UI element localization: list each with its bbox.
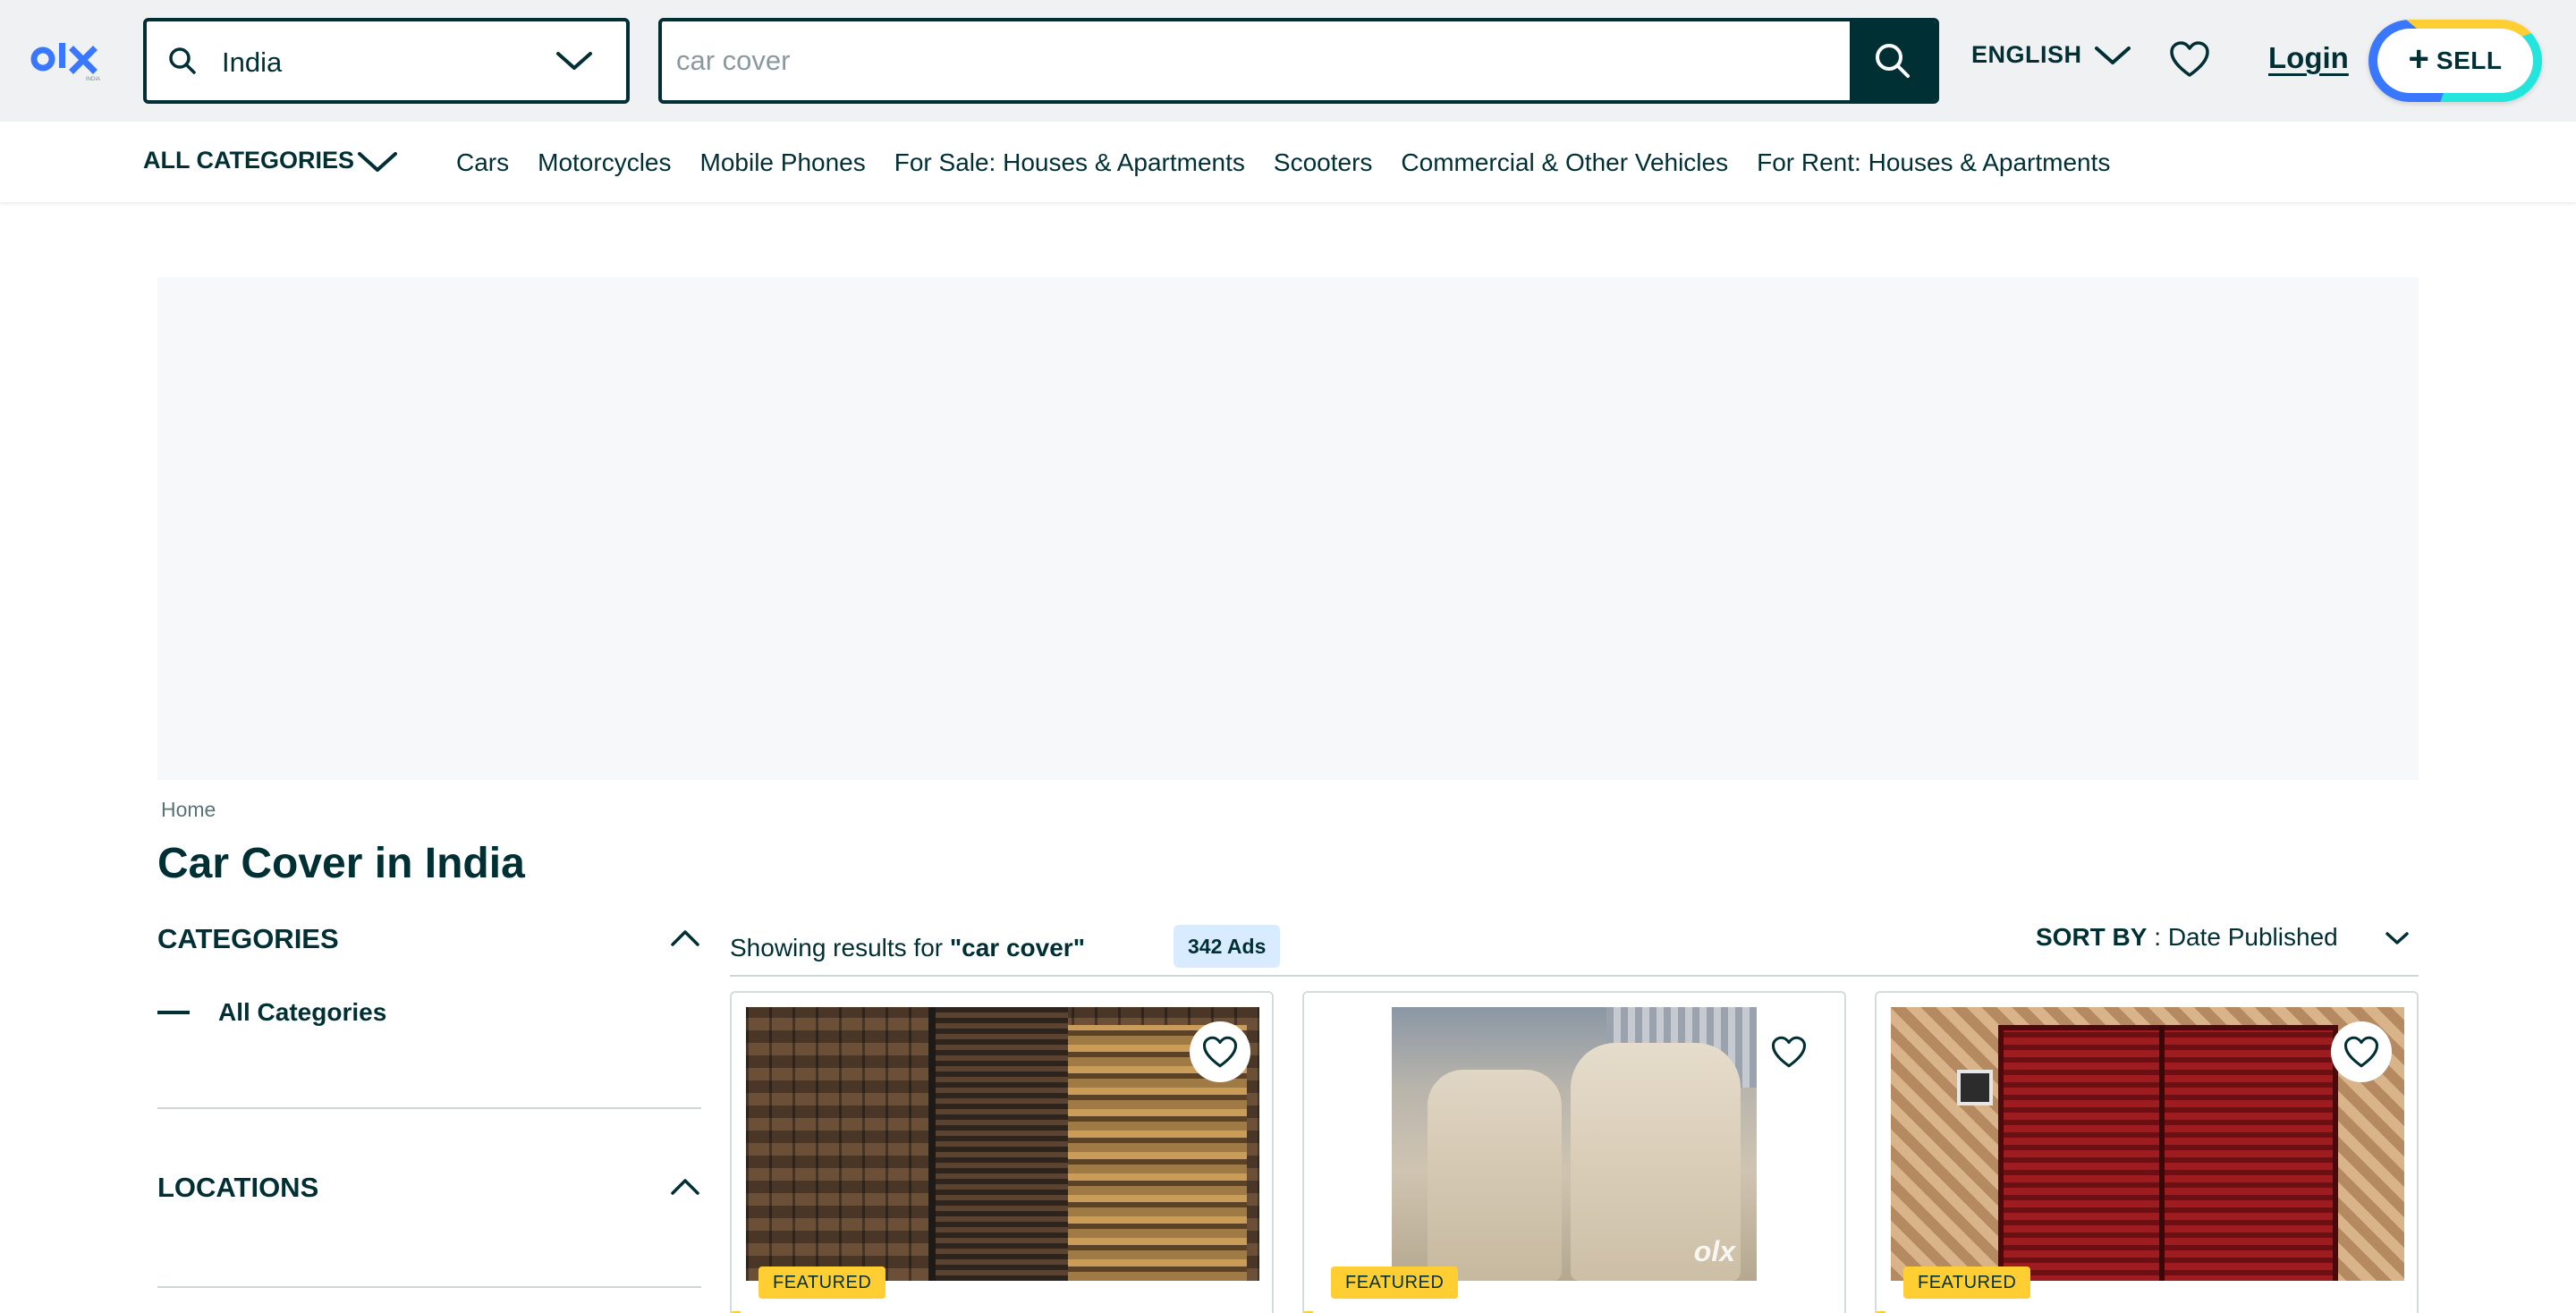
location-value: India <box>222 47 283 78</box>
nav-link-houses-rent[interactable]: For Rent: Houses & Apartments <box>1757 148 2110 177</box>
sell-button-inner: + SELL <box>2377 29 2533 93</box>
results-query: "car cover" <box>949 934 1085 961</box>
location-selector[interactable]: India <box>143 18 630 104</box>
photo-detail <box>1428 1070 1562 1281</box>
categories-heading[interactable]: CATEGORIES <box>157 923 339 955</box>
all-categories-menu[interactable]: ALL CATEGORIES <box>143 147 354 174</box>
search-input[interactable] <box>676 21 1839 100</box>
heart-icon <box>2343 1036 2379 1068</box>
listing-photo[interactable] <box>746 1007 1259 1281</box>
divider <box>157 1107 701 1109</box>
plus-icon: + <box>2408 39 2429 79</box>
favorite-button[interactable] <box>2331 1021 2392 1082</box>
nav-link-cars[interactable]: Cars <box>456 148 509 177</box>
ads-count-badge: 342 Ads <box>1174 925 1281 968</box>
listing-card[interactable]: FEATURED <box>1875 991 2419 1313</box>
photo-detail <box>2159 1025 2165 1281</box>
chevron-down-icon[interactable] <box>2383 928 2411 948</box>
sort-label: SORT BY <box>2036 923 2148 951</box>
category-links: Cars Motorcycles Mobile Phones For Sale:… <box>456 148 2110 177</box>
divider <box>730 975 2419 977</box>
sidebar-item-all-categories[interactable]: All Categories <box>157 998 386 1027</box>
ad-banner <box>157 277 2419 780</box>
chevron-down-icon[interactable] <box>555 48 594 73</box>
nav-link-scooters[interactable]: Scooters <box>1274 148 1373 177</box>
listing-card[interactable]: olx FEATURED <box>1302 991 1846 1313</box>
featured-badge: FEATURED <box>758 1266 886 1299</box>
sell-button[interactable]: + SELL <box>2368 20 2542 102</box>
top-header: INDIA India ENGLISH Login + SELL <box>0 0 2576 122</box>
dash-icon <box>157 1011 190 1014</box>
featured-badge: FEATURED <box>1903 1266 2031 1299</box>
chevron-up-icon[interactable] <box>669 927 701 948</box>
nav-link-commercial-vehicles[interactable]: Commercial & Other Vehicles <box>1401 148 1728 177</box>
chevron-up-icon[interactable] <box>669 1175 701 1197</box>
sort-value: Date Published <box>2167 923 2338 951</box>
results-prefix: Showing results for <box>730 934 950 961</box>
svg-text:INDIA: INDIA <box>86 77 100 82</box>
olx-logo[interactable]: INDIA <box>30 38 113 84</box>
sort-dropdown[interactable]: SORT BY : Date Published <box>2036 923 2338 952</box>
favorite-button[interactable] <box>1758 1021 1819 1082</box>
chevron-down-icon[interactable] <box>356 147 399 175</box>
locations-heading[interactable]: LOCATIONS <box>157 1172 318 1204</box>
search-icon <box>169 47 196 74</box>
sidebar-item-label: All Categories <box>218 998 387 1026</box>
results-summary: Showing results for "car cover" <box>730 934 1085 962</box>
listing-photo[interactable]: olx <box>1392 1007 1757 1281</box>
divider <box>157 1286 701 1288</box>
heart-icon <box>1202 1036 1238 1068</box>
login-link[interactable]: Login <box>2268 41 2349 75</box>
search-icon <box>1876 44 1910 78</box>
listing-card[interactable]: FEATURED <box>730 991 1274 1313</box>
listing-photo[interactable] <box>1891 1007 2404 1281</box>
language-selector[interactable]: ENGLISH <box>1971 41 2082 69</box>
photo-detail <box>934 1007 1068 1281</box>
breadcrumb[interactable]: Home <box>161 798 216 822</box>
nav-link-houses-sale[interactable]: For Sale: Houses & Apartments <box>894 148 1245 177</box>
sort-separator: : <box>2147 923 2168 951</box>
heart-icon[interactable] <box>2168 39 2211 79</box>
page-title: Car Cover in India <box>157 840 525 887</box>
photo-detail <box>1957 1070 1993 1105</box>
heart-icon <box>1771 1036 1807 1068</box>
nav-link-mobile-phones[interactable]: Mobile Phones <box>700 148 866 177</box>
sell-label: SELL <box>2436 47 2503 74</box>
photo-detail <box>928 1007 936 1281</box>
nav-link-motorcycles[interactable]: Motorcycles <box>538 148 671 177</box>
search-bar <box>658 18 1939 104</box>
favorite-button[interactable] <box>1190 1021 1250 1082</box>
search-button[interactable] <box>1850 21 1936 100</box>
photo-detail <box>1998 1025 2338 1281</box>
olx-watermark: olx <box>1693 1235 1735 1267</box>
category-nav: ALL CATEGORIES Cars Motorcycles Mobile P… <box>0 129 2576 202</box>
featured-badge: FEATURED <box>1331 1266 1459 1299</box>
chevron-down-icon[interactable] <box>2093 43 2132 68</box>
